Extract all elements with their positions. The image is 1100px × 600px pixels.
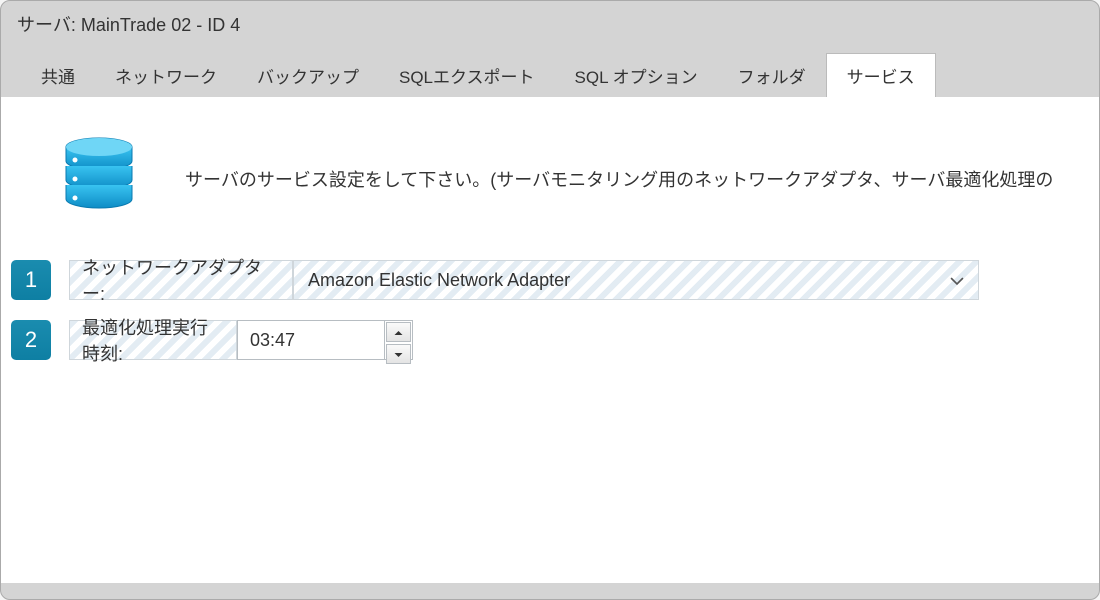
server-icon	[61, 137, 137, 220]
spin-up-button[interactable]	[386, 322, 411, 342]
network-adapter-select[interactable]: Amazon Elastic Network Adapter	[293, 260, 979, 300]
tab-label: フォルダ	[738, 68, 806, 87]
optimization-time-label: 最適化処理実行時刻:	[69, 320, 237, 360]
spin-up-icon	[394, 323, 403, 341]
spinner-buttons	[384, 321, 412, 359]
window-title: サーバ: MainTrade 02 - ID 4	[1, 1, 1099, 55]
chevron-down-icon	[950, 270, 964, 291]
tab-folder[interactable]: フォルダ	[718, 54, 826, 97]
panel-header: サーバのサービス設定をして下さい。(サーバモニタリング用のネットワークアダプタ、…	[1, 137, 1099, 260]
service-panel: サーバのサービス設定をして下さい。(サーバモニタリング用のネットワークアダプタ、…	[1, 97, 1099, 583]
tab-network[interactable]: ネットワーク	[95, 54, 237, 97]
tab-label: サービス	[847, 68, 915, 87]
step-badge-2: 2	[11, 320, 51, 360]
tab-bar: 共通 ネットワーク バックアップ SQLエクスポート SQL オプション フォル…	[1, 55, 1099, 97]
tab-common[interactable]: 共通	[21, 54, 95, 97]
tab-service[interactable]: サービス	[826, 53, 936, 97]
network-adapter-label: ネットワークアダプター:	[69, 260, 293, 300]
tab-sql-options[interactable]: SQL オプション	[555, 54, 718, 97]
optimization-time-spinner[interactable]: 03:47	[237, 320, 413, 360]
network-adapter-value: Amazon Elastic Network Adapter	[308, 270, 570, 291]
tab-sql-export[interactable]: SQLエクスポート	[379, 54, 555, 97]
optimization-time-value[interactable]: 03:47	[238, 321, 384, 359]
spin-down-button[interactable]	[386, 344, 411, 364]
tab-label: SQLエクスポート	[399, 68, 535, 87]
tab-label: ネットワーク	[115, 68, 217, 87]
config-window: サーバ: MainTrade 02 - ID 4 共通 ネットワーク バックアッ…	[0, 0, 1100, 600]
tab-label: SQL オプション	[575, 68, 698, 87]
tab-backup[interactable]: バックアップ	[237, 54, 379, 97]
panel-description: サーバのサービス設定をして下さい。(サーバモニタリング用のネットワークアダプタ、…	[185, 166, 1053, 192]
spin-down-icon	[394, 345, 403, 363]
tab-label: バックアップ	[257, 68, 359, 87]
tab-label: 共通	[41, 68, 75, 87]
optimization-time-row: 2 最適化処理実行時刻: 03:47	[1, 320, 1099, 360]
network-adapter-row: 1 ネットワークアダプター: Amazon Elastic Network Ad…	[1, 260, 1099, 300]
step-badge-1: 1	[11, 260, 51, 300]
